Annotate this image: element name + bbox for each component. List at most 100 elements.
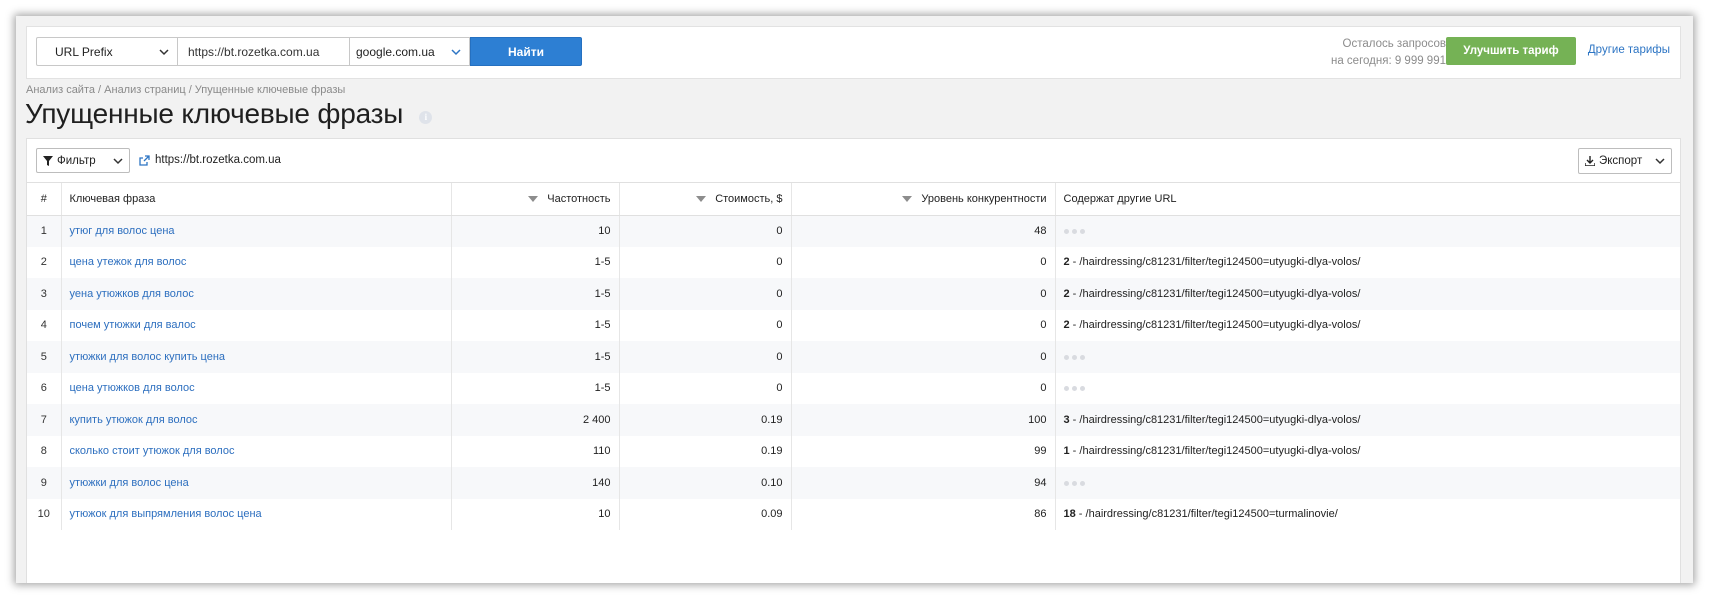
filter-label: Фильтр (57, 154, 96, 167)
url-input[interactable] (178, 37, 350, 66)
frequency-cell: 1-5 (451, 309, 620, 341)
keyword-cell: цена утежок для волос (61, 246, 452, 278)
cost-cell: 0.19 (619, 404, 792, 436)
keyword-link[interactable]: утюжки для волос купить цена (70, 351, 226, 363)
search-bar: URL Prefix google.com.ua Найти Осталось … (26, 26, 1681, 79)
competition-cell: 48 (791, 215, 1056, 247)
keyword-cell: утюжок для выпрямления волос цена (61, 498, 452, 530)
keyword-link[interactable]: утюжок для выпрямления волос цена (70, 508, 262, 520)
keyword-cell: утюжки для волос цена (61, 467, 452, 499)
frequency-cell: 1-5 (451, 341, 620, 373)
keyword-link[interactable]: цена утюжков для волос (70, 382, 195, 394)
chevron-down-icon (113, 157, 123, 164)
frequency-cell: 10 (451, 215, 620, 247)
table-row: 9 утюжки для волос цена 140 0.10 94 (27, 467, 1680, 499)
column-header-competition[interactable]: Уровень конкурентности (791, 183, 1056, 216)
site-link[interactable]: https://bt.rozetka.com.ua (139, 154, 281, 166)
upgrade-tariff-button[interactable]: Улучшить тариф (1446, 37, 1576, 65)
quota-info: Осталось запросов на сегодня: 9 999 991 (1331, 36, 1446, 70)
column-header-cost[interactable]: Стоимость, $ (619, 183, 792, 216)
loading-dots-icon (1063, 480, 1085, 486)
cost-cell: 0 (619, 309, 792, 341)
row-index: 7 (27, 404, 62, 436)
table-row: 5 утюжки для волос купить цена 1-5 0 0 (27, 341, 1680, 373)
column-header-other-urls: Содержат другие URL (1055, 183, 1680, 216)
keyword-cell: цена утюжков для волос (61, 372, 452, 404)
export-button[interactable]: Экспорт (1578, 148, 1672, 174)
cost-cell: 0 (619, 215, 792, 247)
row-index: 4 (27, 309, 62, 341)
cost-cell: 0 (619, 246, 792, 278)
app-window: URL Prefix google.com.ua Найти Осталось … (16, 16, 1693, 583)
chevron-down-icon (1655, 158, 1665, 165)
keyword-link[interactable]: сколько стоит утюжок для волос (70, 445, 235, 457)
column-header-frequency[interactable]: Частотность (451, 183, 620, 216)
competition-cell: 0 (791, 372, 1056, 404)
search-engine-value: google.com.ua (356, 44, 435, 59)
frequency-cell: 1-5 (451, 246, 620, 278)
other-url-link[interactable]: /hairdressing/c81231/filter/tegi124500=u… (1079, 256, 1360, 268)
other-urls-cell: 3 - /hairdressing/c81231/filter/tegi1245… (1055, 404, 1680, 436)
cost-cell: 0 (619, 278, 792, 310)
other-url-link[interactable]: /hairdressing/c81231/filter/tegi124500=u… (1079, 288, 1360, 300)
frequency-cell: 1-5 (451, 278, 620, 310)
keyword-link[interactable]: купить утюжок для волос (70, 414, 198, 426)
row-index: 2 (27, 246, 62, 278)
row-index: 6 (27, 372, 62, 404)
breadcrumb[interactable]: Анализ сайта / Анализ страниц / Упущенны… (26, 84, 345, 96)
sort-arrow-icon (696, 195, 707, 202)
column-header-other-urls-label: Содержат другие URL (1063, 192, 1177, 205)
export-label: Экспорт (1599, 155, 1643, 167)
row-index: 3 (27, 278, 62, 310)
keyword-link[interactable]: утюжки для волос цена (70, 477, 189, 489)
other-tariffs-link[interactable]: Другие тарифы (1588, 44, 1670, 56)
loading-dots-icon (1063, 354, 1085, 360)
cost-cell: 0 (619, 341, 792, 373)
page-title: Упущенные ключевые фразы i (25, 98, 433, 130)
other-url-link[interactable]: /hairdressing/c81231/filter/tegi124500=u… (1079, 319, 1360, 331)
row-index: 5 (27, 341, 62, 373)
competition-cell: 86 (791, 498, 1056, 530)
other-url-link[interactable]: /hairdressing/c81231/filter/tegi124500=u… (1079, 414, 1360, 426)
url-separator: - (1069, 287, 1080, 300)
column-header-competition-label: Уровень конкурентности (921, 192, 1047, 205)
frequency-cell: 1-5 (451, 372, 620, 404)
find-button[interactable]: Найти (470, 37, 582, 66)
other-urls-cell (1055, 215, 1680, 247)
column-header-keyword[interactable]: Ключевая фраза (61, 183, 452, 216)
keyword-link[interactable]: уена утюжков для волос (70, 288, 194, 300)
url-separator: - (1075, 508, 1086, 521)
info-icon[interactable]: i (419, 110, 433, 124)
keyword-cell: сколько стоит утюжок для волос (61, 435, 452, 467)
filter-button[interactable]: Фильтр (36, 148, 130, 173)
row-index: 8 (27, 435, 62, 467)
results-panel: Фильтр https://bt.rozetka.com.ua Экспорт (26, 138, 1681, 583)
table-row: 1 утюг для волос цена 10 0 48 (27, 215, 1680, 247)
competition-cell: 0 (791, 246, 1056, 278)
frequency-cell: 110 (451, 435, 620, 467)
keyword-cell: уена утюжков для волос (61, 278, 452, 310)
cost-cell: 0 (619, 372, 792, 404)
other-urls-cell: 1 - /hairdressing/c81231/filter/tegi1245… (1055, 436, 1680, 468)
keyword-cell: купить утюжок для волос (61, 404, 452, 436)
frequency-cell: 140 (451, 467, 620, 499)
external-link-icon (139, 154, 150, 166)
site-url-text: https://bt.rozetka.com.ua (155, 154, 281, 166)
keyword-link[interactable]: почем утюжки для валос (70, 319, 196, 331)
keyword-link[interactable]: цена утежок для волос (70, 256, 187, 268)
table-row: 2 цена утежок для волос 1-5 0 0 2 - /hairdres… (27, 246, 1680, 278)
url-separator: - (1069, 445, 1080, 458)
cost-cell: 0.19 (619, 435, 792, 467)
row-index: 10 (27, 498, 62, 530)
keyword-link[interactable]: утюг для волос цена (70, 225, 175, 237)
competition-cell: 0 (791, 341, 1056, 373)
url-separator: - (1069, 413, 1080, 426)
search-type-select[interactable]: URL Prefix (36, 37, 178, 66)
sort-arrow-icon (902, 195, 913, 202)
table-toolbar: Фильтр https://bt.rozetka.com.ua Экспорт (27, 139, 1680, 183)
other-url-link[interactable]: /hairdressing/c81231/filter/tegi124500=u… (1079, 445, 1360, 457)
search-engine-select[interactable]: google.com.ua (350, 37, 470, 66)
other-url-link[interactable]: /hairdressing/c81231/filter/tegi124500=t… (1086, 508, 1338, 520)
competition-cell: 99 (791, 435, 1056, 467)
other-urls-cell (1055, 373, 1680, 405)
